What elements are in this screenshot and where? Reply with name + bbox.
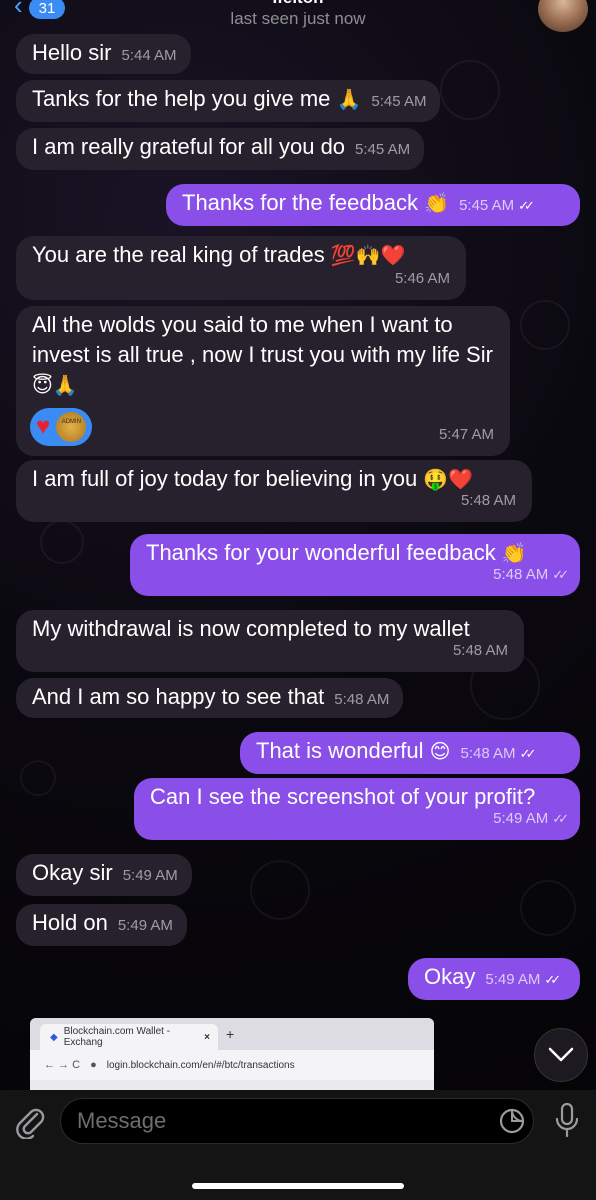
message-bubble-outgoing[interactable]: Can I see the screenshot of your profit?… [134, 778, 580, 840]
home-indicator [192, 1183, 404, 1189]
message-bubble-incoming[interactable]: I am really grateful for all you do 5:45 … [16, 128, 425, 170]
message-time-text: 5:48 AM [493, 566, 549, 583]
sticker-icon [499, 1108, 525, 1134]
message-time: 5:48 AM [452, 642, 508, 659]
message-text: Tanks for the help you give me [32, 86, 331, 111]
message-text: My withdrawal is now completed to my wal… [32, 616, 470, 641]
browser-tab: ◆ Blockchain.com Wallet - Exchang × [40, 1024, 218, 1050]
message-input[interactable]: Message [60, 1098, 534, 1144]
message-bubble-outgoing[interactable]: That is wonderful 😊 5:48 AM ✓✓ [240, 732, 580, 774]
message-bubble-outgoing[interactable]: Okay 5:49 AM ✓✓ [408, 958, 580, 1000]
new-tab-icon: + [226, 1026, 235, 1042]
message-composer: Message [0, 1090, 596, 1200]
heart-reaction-icon[interactable]: ♥ [36, 412, 50, 442]
chevron-down-icon [548, 1047, 574, 1062]
browser-url-bar: ← → C ● login.blockchain.com/en/#/btc/tr… [30, 1050, 434, 1080]
message-time: 5:49 AM [122, 867, 178, 884]
message-text: Hello sir [32, 40, 112, 65]
message-bubble-outgoing[interactable]: Thanks for your wonderful feedback 👏 5:4… [130, 534, 580, 596]
last-seen-status: last seen just now [230, 9, 366, 28]
message-time: 5:48 AM [460, 745, 516, 762]
reaction-bar[interactable]: ♥ ADMIN [30, 408, 93, 446]
doodle-decoration [20, 760, 56, 796]
message-text: You are the real king of trades [32, 242, 325, 267]
message-text: Okay [424, 964, 476, 989]
lock-icon: ● [90, 1059, 97, 1071]
message-bubble-incoming[interactable]: And I am so happy to see that 5:48 AM [16, 678, 404, 718]
message-emoji: 🙏 [336, 87, 362, 111]
message-text: Hold on [32, 910, 108, 935]
message-bubble-incoming[interactable]: Okay sir 5:49 AM [16, 854, 192, 896]
message-bubble-incoming[interactable]: I am full of joy today for believing in … [16, 460, 532, 522]
voice-record-button[interactable] [552, 1102, 582, 1140]
message-time-text: 5:49 AM [493, 810, 549, 827]
sticker-button[interactable] [498, 1107, 526, 1135]
doodle-decoration [40, 520, 84, 564]
attach-button[interactable] [14, 1104, 46, 1140]
message-time: 5:48 AM [334, 691, 390, 708]
message-emoji: 😇🙏 [32, 373, 78, 397]
microphone-icon [555, 1102, 579, 1138]
message-time: 5:48 AM [460, 492, 516, 509]
message-time: 5:45 AM [355, 141, 411, 158]
message-time: 5:46 AM [394, 270, 450, 287]
message-text: All the wolds you said to me when I want… [32, 312, 493, 367]
message-time: 5:49 AM [117, 917, 173, 934]
contact-name[interactable]: Ifelton [0, 0, 596, 8]
message-text: Okay sir [32, 860, 113, 885]
paperclip-icon [16, 1108, 45, 1139]
message-text: Can I see the screenshot of your profit? [150, 784, 536, 809]
message-bubble-incoming[interactable]: My withdrawal is now completed to my wal… [16, 610, 524, 672]
blockchain-logo-icon: ◆ [50, 1031, 58, 1043]
tab-close-icon: × [204, 1031, 210, 1043]
browser-url: login.blockchain.com/en/#/btc/transactio… [106, 1059, 295, 1071]
message-emoji: 😊 [429, 739, 451, 763]
message-bubble-incoming[interactable]: Hello sir 5:44 AM [16, 34, 191, 74]
message-time: 5:47 AM [438, 426, 494, 443]
reaction-badge-text: ADMIN [61, 419, 81, 425]
message-time: 5:48 AM ✓✓ [493, 560, 569, 590]
message-text: And I am so happy to see that [32, 684, 325, 709]
message-text: Thanks for your wonderful feedback [146, 540, 496, 565]
message-bubble-incoming[interactable]: Tanks for the help you give me 🙏 5:45 AM [16, 80, 441, 122]
doodle-decoration [520, 300, 570, 350]
message-bubble-incoming[interactable]: Hold on 5:49 AM [16, 904, 187, 946]
message-bubble-incoming[interactable]: You are the real king of trades 💯🙌❤️ 5:4… [16, 236, 466, 300]
message-time: 5:49 AM ✓✓ [493, 804, 569, 834]
scroll-to-bottom-button[interactable] [534, 1028, 588, 1082]
message-text: I am full of joy today for believing in … [32, 466, 418, 491]
doodle-decoration [250, 860, 310, 920]
doodle-decoration [520, 880, 576, 936]
browser-nav-icons: ← → C [44, 1059, 81, 1071]
message-text: I am really grateful for all you do [32, 134, 346, 159]
message-time: 5:45 AM [371, 93, 427, 110]
message-input-placeholder: Message [77, 1108, 167, 1133]
read-checks-icon: ✓✓ [518, 198, 535, 213]
browser-tab-title: Blockchain.com Wallet - Exchang [63, 1026, 171, 1048]
read-checks-icon: ✓✓ [552, 567, 569, 582]
message-time: 5:45 AM [459, 197, 515, 214]
message-bubble-outgoing[interactable]: Thanks for the feedback 👏 5:45 AM ✓✓ [166, 184, 580, 226]
message-time: 5:49 AM [485, 971, 541, 988]
message-emoji: 👏 [424, 191, 450, 215]
image-message-preview[interactable]: ◆ Blockchain.com Wallet - Exchang × + ← … [30, 1018, 434, 1090]
read-checks-icon: ✓✓ [544, 972, 561, 987]
admin-coin-reaction-icon[interactable]: ADMIN [56, 412, 87, 442]
message-text: Thanks for the feedback [182, 190, 419, 215]
read-checks-icon: ✓✓ [552, 811, 569, 826]
message-time: 5:44 AM [121, 47, 177, 64]
doodle-decoration [440, 60, 500, 120]
browser-tab-bar: ◆ Blockchain.com Wallet - Exchang × + [30, 1018, 434, 1050]
message-bubble-incoming[interactable]: All the wolds you said to me when I want… [16, 306, 510, 456]
read-checks-icon: ✓✓ [519, 746, 537, 761]
message-text: That is wonderful [256, 738, 424, 763]
